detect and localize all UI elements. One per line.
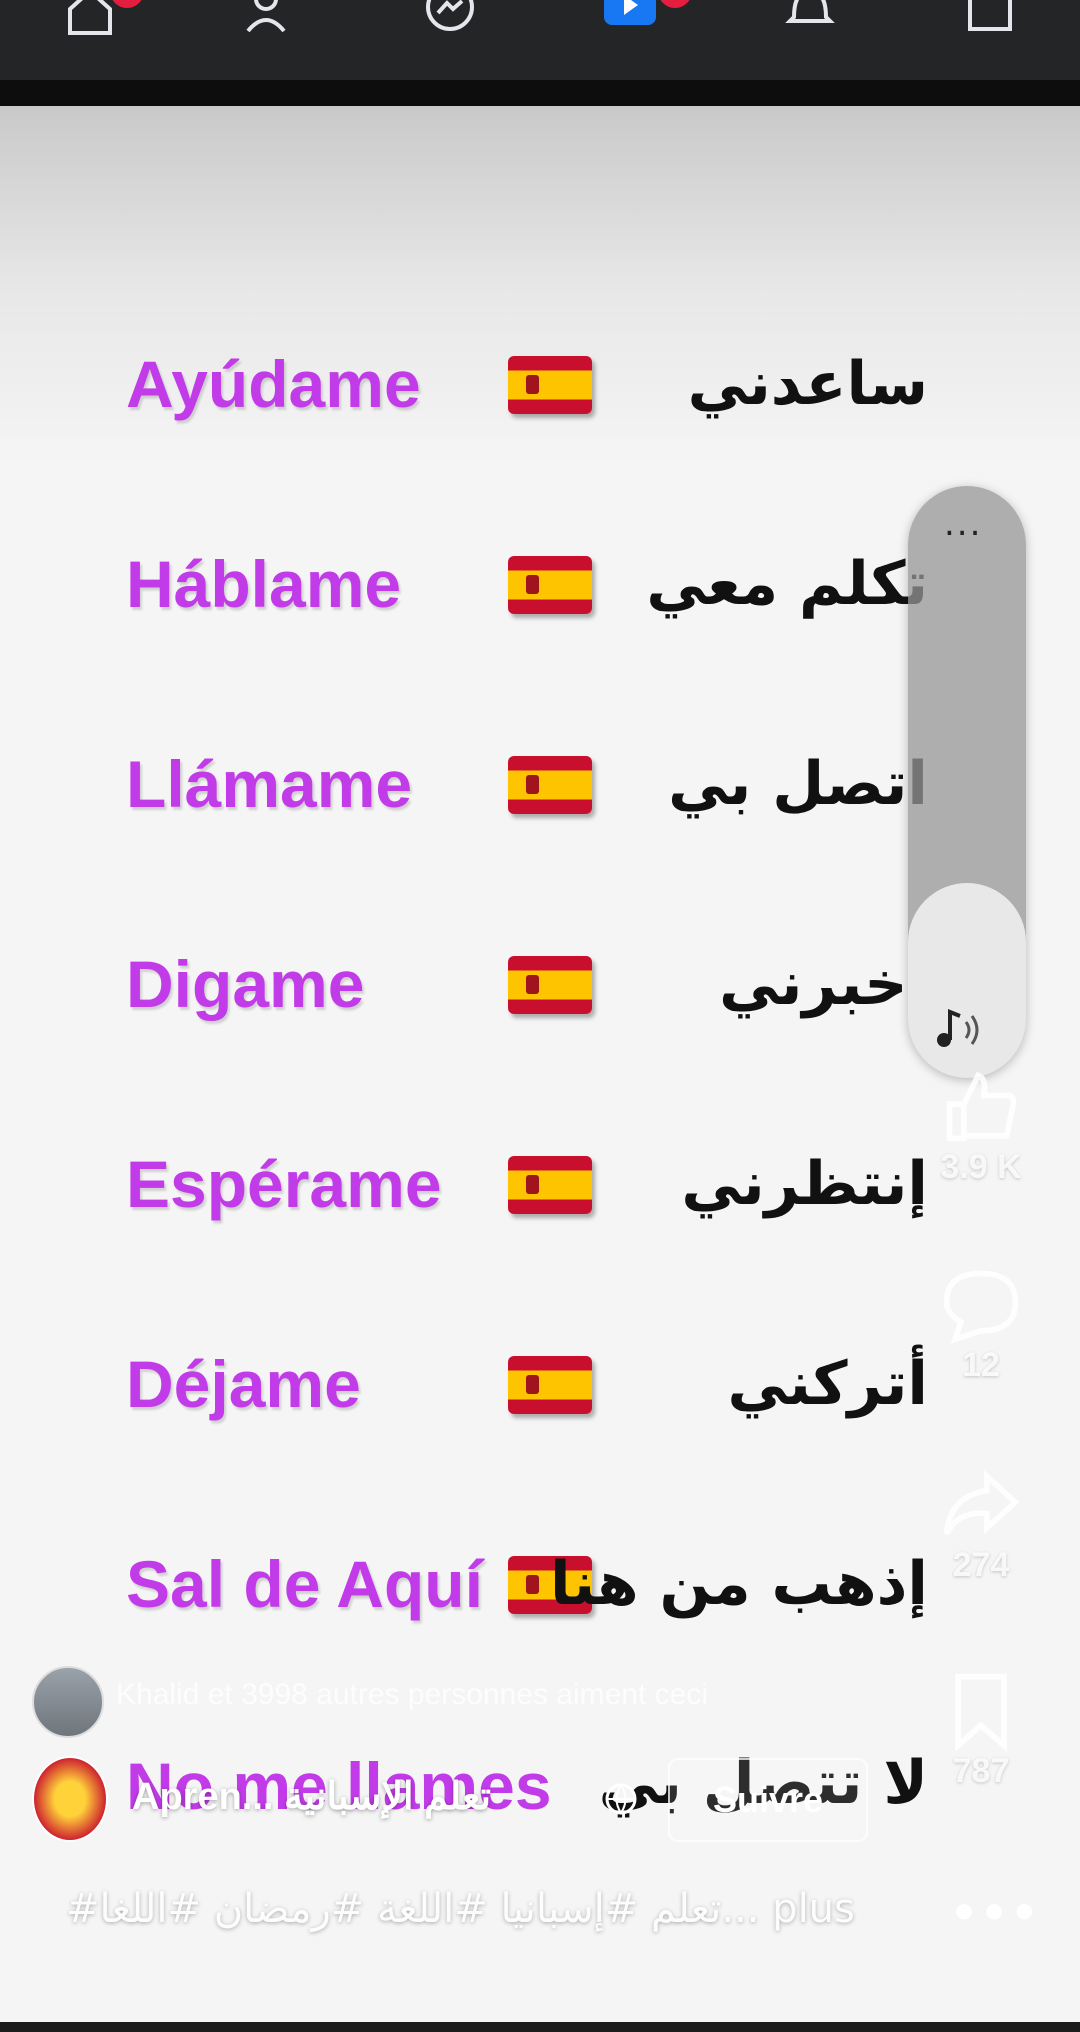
notifications-tab[interactable]	[778, 0, 842, 36]
arabic-word: اتصل بي	[668, 749, 928, 819]
home-icon	[68, 0, 112, 35]
spain-flag-icon	[508, 756, 592, 814]
save-button[interactable]: 787	[938, 1668, 1024, 1791]
spanish-word: Háblame	[126, 547, 402, 621]
spanish-word: Sal de Aquí	[126, 1547, 483, 1621]
spain-flag-icon	[508, 956, 592, 1014]
arabic-word: إنتظرني	[681, 1149, 928, 1219]
spanish-word: Llámame	[126, 747, 413, 821]
spanish-word: Déjame	[126, 1347, 361, 1421]
phrase-row: Espérame إنتظرني	[0, 1134, 1080, 1234]
home-tab[interactable]	[58, 0, 144, 36]
page-name[interactable]: Apren... تعلم الإسبانية	[132, 1774, 491, 1819]
spain-flag-icon	[508, 1156, 592, 1214]
share-button[interactable]: 274	[938, 1462, 1024, 1585]
phrase-row: Sal de Aquí إذهب من هنا	[0, 1534, 1080, 1634]
like-button[interactable]: 3.9 K	[938, 1064, 1024, 1187]
globe-icon	[605, 1783, 637, 1815]
spanish-word: Digame	[126, 947, 365, 1021]
marketplace-tab[interactable]	[958, 0, 1022, 36]
spanish-word: Espérame	[126, 1147, 442, 1221]
phrase-row: Déjame أتركني	[0, 1334, 1080, 1434]
spain-flag-icon	[508, 1356, 592, 1414]
spain-flag-icon	[508, 556, 592, 614]
follow-button[interactable]: Suivre	[668, 1758, 868, 1842]
arabic-word: إذهب من هنا	[549, 1549, 928, 1619]
bottom-edge	[0, 2022, 1080, 2032]
share-icon	[943, 1469, 1020, 1536]
volume-more-button[interactable]: ...	[944, 504, 982, 544]
volume-slider[interactable]: ...	[908, 486, 1026, 1078]
share-count: 274	[952, 1546, 1010, 1584]
comment-button[interactable]: 12	[938, 1262, 1024, 1385]
likers-summary[interactable]: Khalid et 3998 autres personnes aiment c…	[32, 1666, 892, 1738]
spain-flag-icon	[508, 356, 592, 414]
like-count: 3.9 K	[940, 1148, 1022, 1186]
arabic-word: أتركني	[727, 1349, 928, 1419]
post-caption[interactable]: #تعلم #إسبانيا #اللغة #رمضان #اللغا... p…	[66, 1886, 855, 1932]
avatar	[32, 1666, 104, 1738]
top-nav-bar	[0, 0, 1080, 80]
shop-icon	[968, 0, 1012, 31]
messenger-tab[interactable]	[418, 0, 482, 36]
bell-icon	[785, 0, 835, 23]
friends-tab[interactable]	[238, 0, 302, 36]
save-count: 787	[952, 1752, 1010, 1790]
comment-icon	[943, 1270, 1019, 1344]
bookmark-icon	[955, 1673, 1007, 1752]
spanish-word: Ayúdame	[126, 347, 421, 421]
arabic-word: أخبرني	[719, 949, 928, 1019]
comment-count: 12	[962, 1346, 1000, 1384]
more-options-button[interactable]: •••	[950, 1888, 1040, 1939]
arabic-word: تكلم معي	[646, 549, 928, 619]
phrase-row: Ayúdame ساعدني	[0, 334, 1080, 434]
video-icon	[604, 0, 656, 25]
video-tab[interactable]	[598, 0, 692, 36]
messenger-icon	[426, 0, 474, 31]
page-avatar[interactable]	[32, 1756, 108, 1842]
friends-icon	[246, 0, 286, 33]
likers-text: Khalid et 3998 autres personnes aiment c…	[116, 1678, 709, 1711]
arabic-word: ساعدني	[687, 349, 928, 419]
notification-badge	[658, 0, 692, 8]
volume-icon	[937, 1009, 979, 1047]
nav-divider	[0, 80, 1080, 106]
thumbs-up-icon	[946, 1071, 1017, 1142]
